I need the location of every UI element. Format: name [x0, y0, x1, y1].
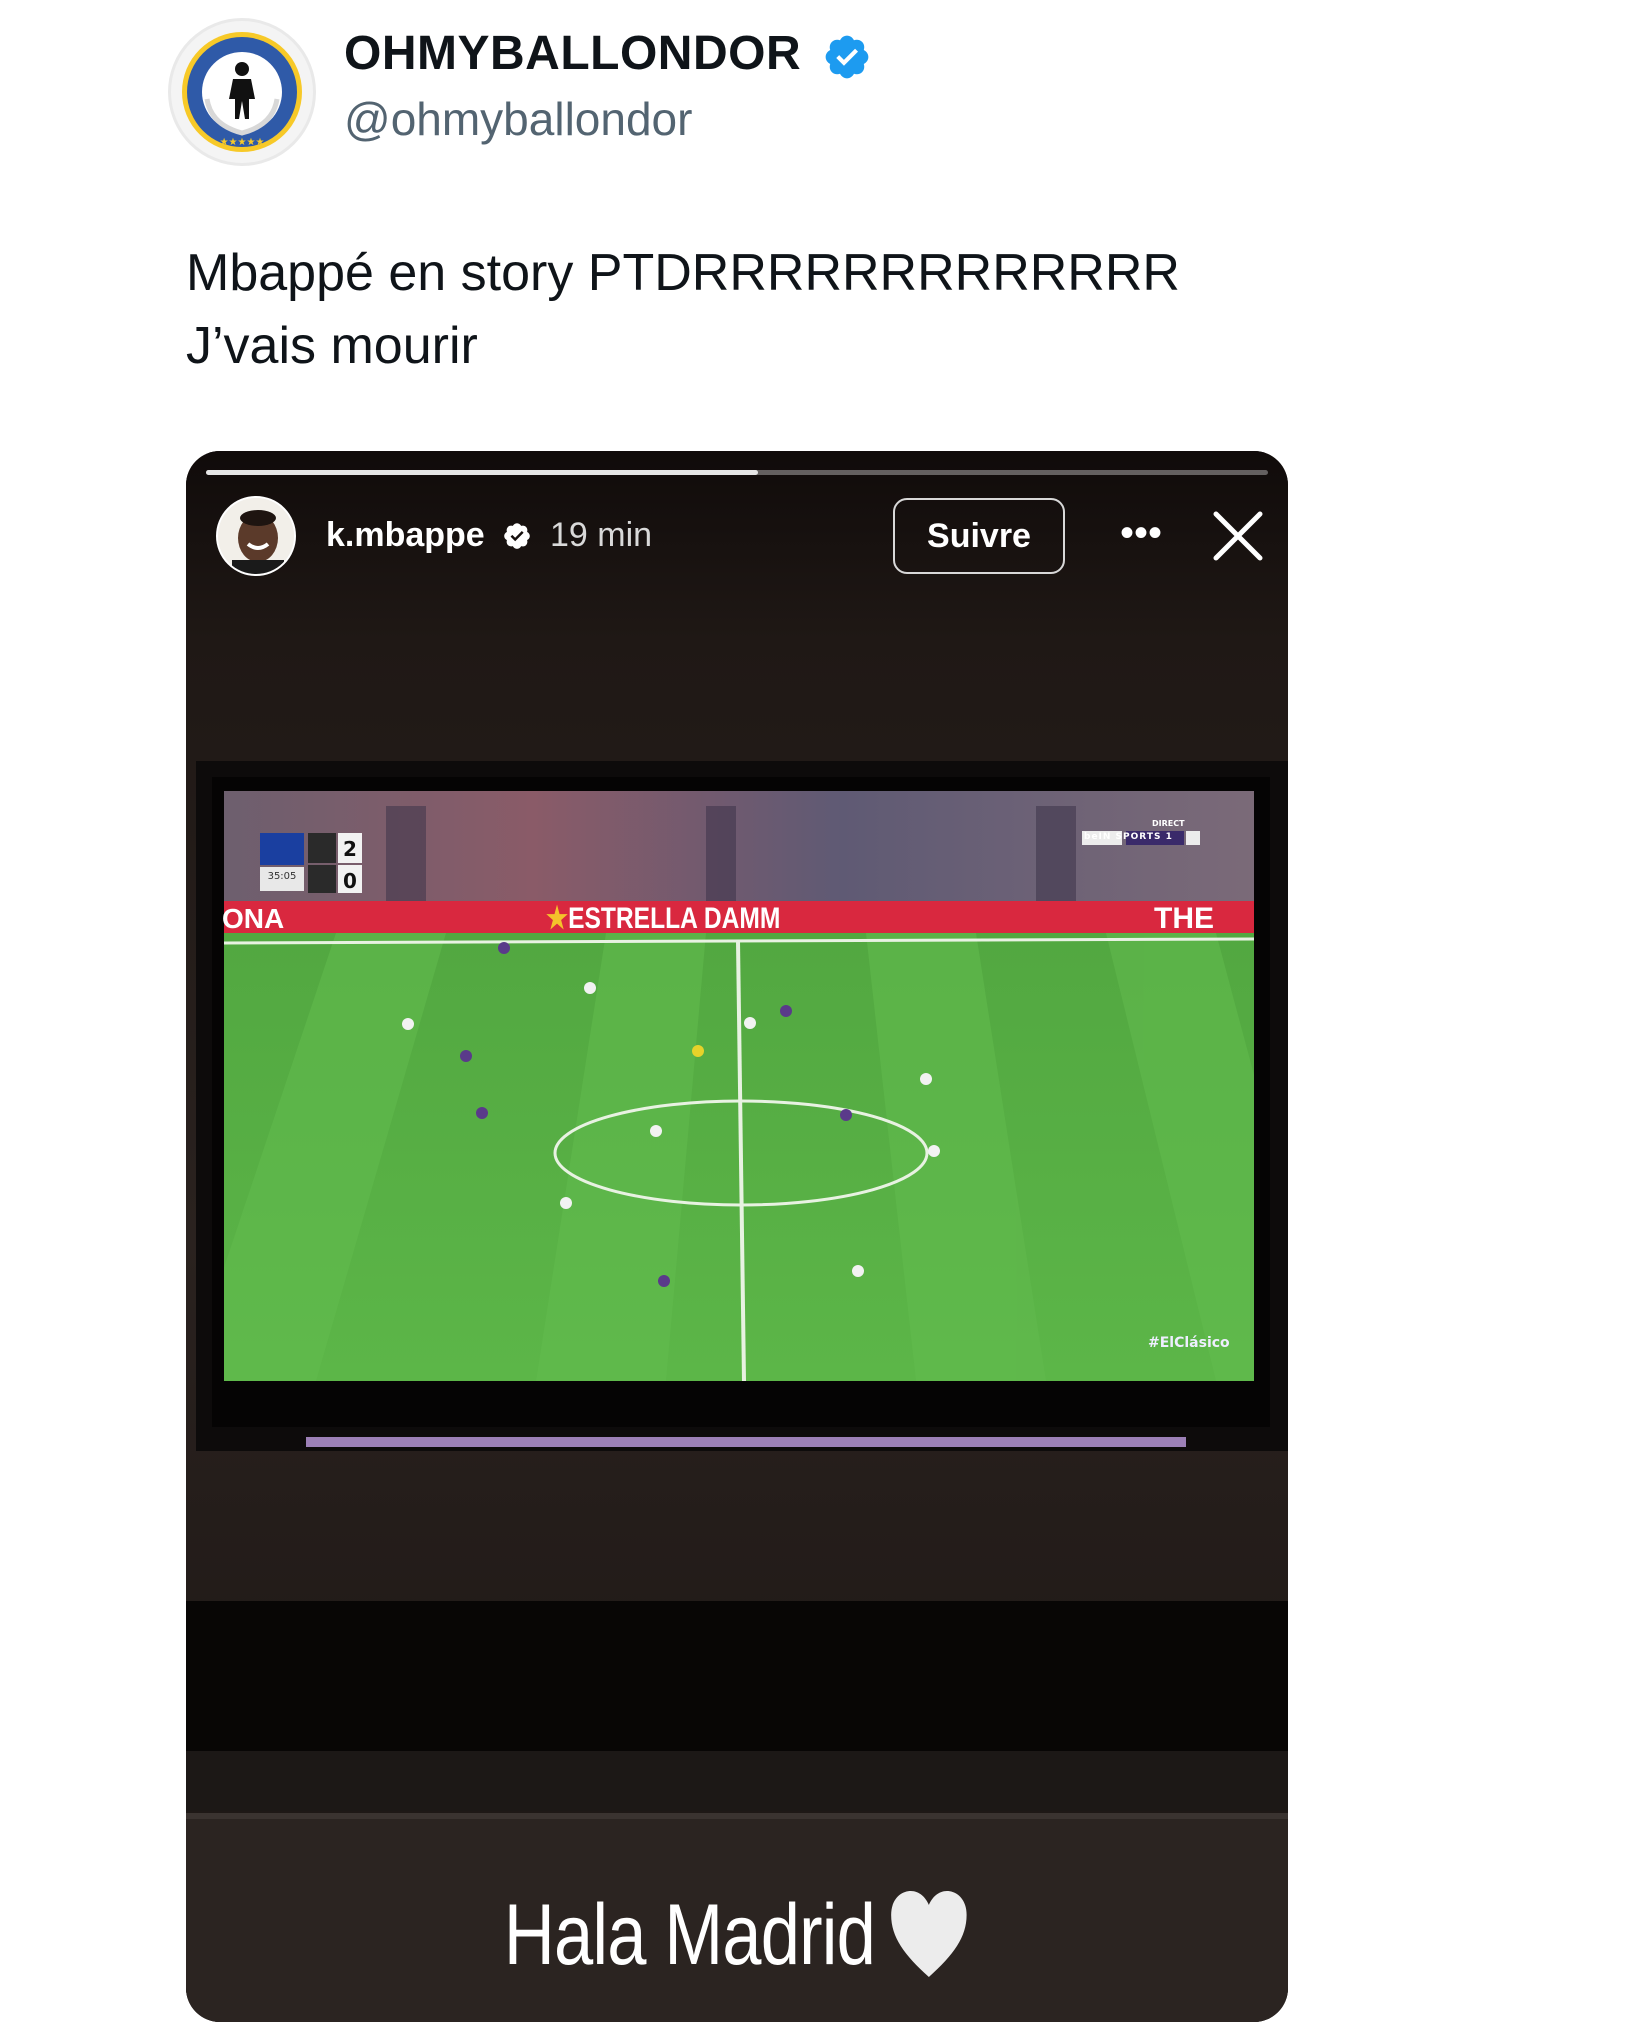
tv-live-tag: DIRECT	[1152, 819, 1185, 828]
tv-clock: 35:05	[267, 871, 297, 882]
story-progress-bar	[206, 470, 1268, 475]
follow-button[interactable]: Suivre	[893, 498, 1065, 574]
svg-text:★★★★★: ★★★★★	[220, 137, 265, 148]
close-icon[interactable]	[1210, 508, 1266, 564]
avatar-photo	[218, 498, 294, 574]
story-timestamp: 19 min	[550, 516, 653, 554]
tv-hashtag: #ElClásico	[1148, 1335, 1230, 1351]
star-icon: ★	[546, 902, 569, 935]
story-progress-fill	[206, 470, 759, 475]
tv-score-home: 2	[343, 837, 357, 861]
more-horizontal-icon[interactable]: •••	[1116, 513, 1166, 553]
tv-ad-banner-right: THE	[1154, 902, 1214, 935]
tv-broadcaster: beIN SPORTS 1	[1084, 832, 1173, 842]
story-username[interactable]: k.mbappe	[326, 516, 485, 555]
story-caption-text: Hala Madrid	[503, 1887, 876, 1983]
profile-avatar[interactable]: ★★★★★	[168, 18, 316, 166]
tv-ad-banner-main: ★ESTRELLA DAMM	[546, 902, 781, 935]
white-heart-icon	[891, 1891, 967, 1978]
story-user-avatar[interactable]	[216, 496, 296, 576]
tv-ad-banner-left: ONA	[222, 903, 285, 934]
story-photo	[186, 451, 1288, 2022]
tv-score-away: 0	[343, 869, 357, 893]
display-name[interactable]: OHMYBALLONDOR	[344, 26, 801, 81]
story-verified-badge-icon	[504, 523, 530, 549]
story-screenshot[interactable]: 2 0 35:05 DIRECT beIN SPORTS 1 ONA ★ESTR…	[186, 451, 1288, 2022]
user-handle[interactable]: @ohmyballondor	[344, 92, 692, 146]
verified-badge-icon	[825, 35, 869, 79]
ballondor-logo-icon: ★★★★★	[182, 32, 302, 152]
story-caption: Hala Madrid	[285, 1886, 1189, 1985]
tweet-text-line-1: Mbappé en story PTDRRRRRRRRRRRRR	[186, 244, 1180, 302]
tweet-text-line-2: J’vais mourir	[186, 317, 478, 375]
